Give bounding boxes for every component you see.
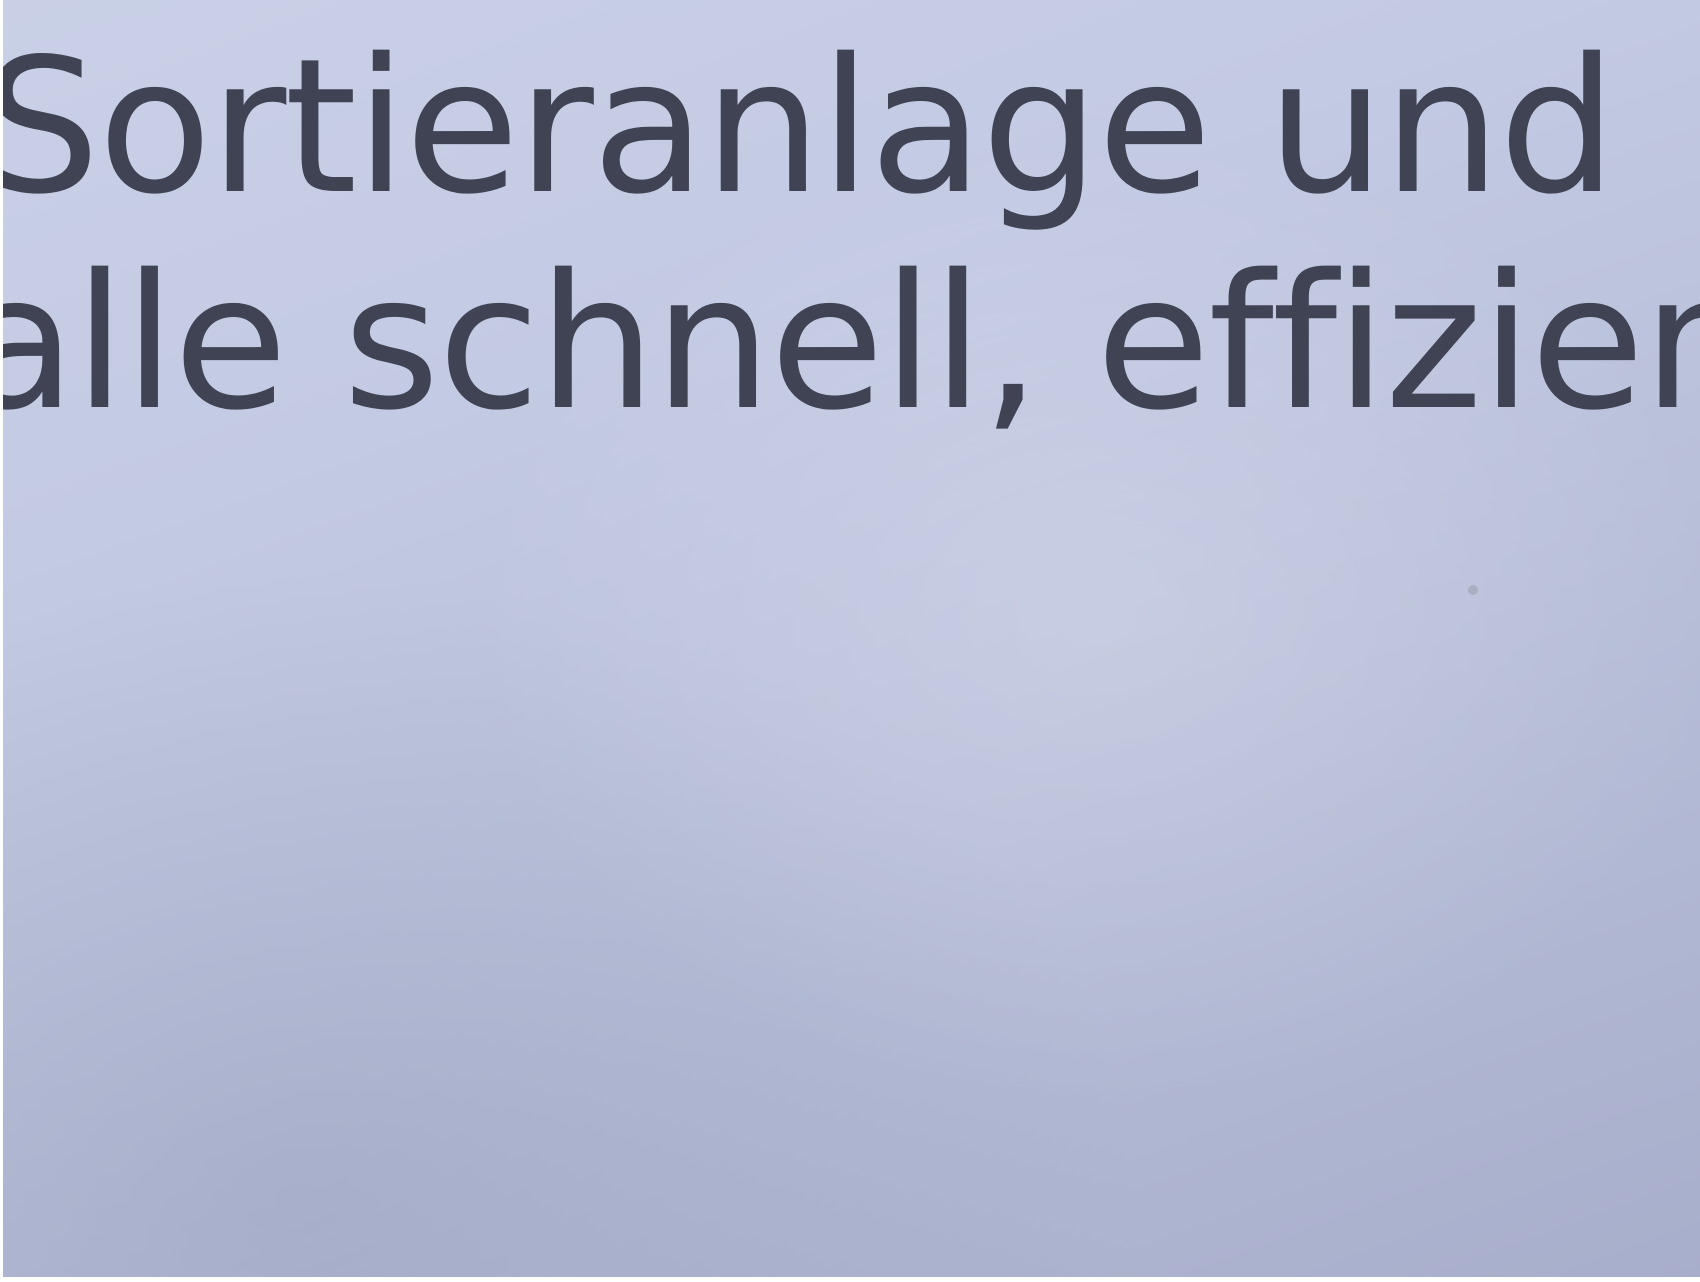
paper-speck [1468, 585, 1478, 595]
image-border-bottom [0, 1277, 1700, 1282]
image-border-left [0, 0, 3, 1282]
text-line-1: Sortieranlage und [0, 18, 1617, 235]
photo-of-printed-page: Sortieranlage und alle schnell, effizien… [0, 0, 1700, 1282]
text-line-2: alle schnell, effizient [0, 234, 1700, 451]
